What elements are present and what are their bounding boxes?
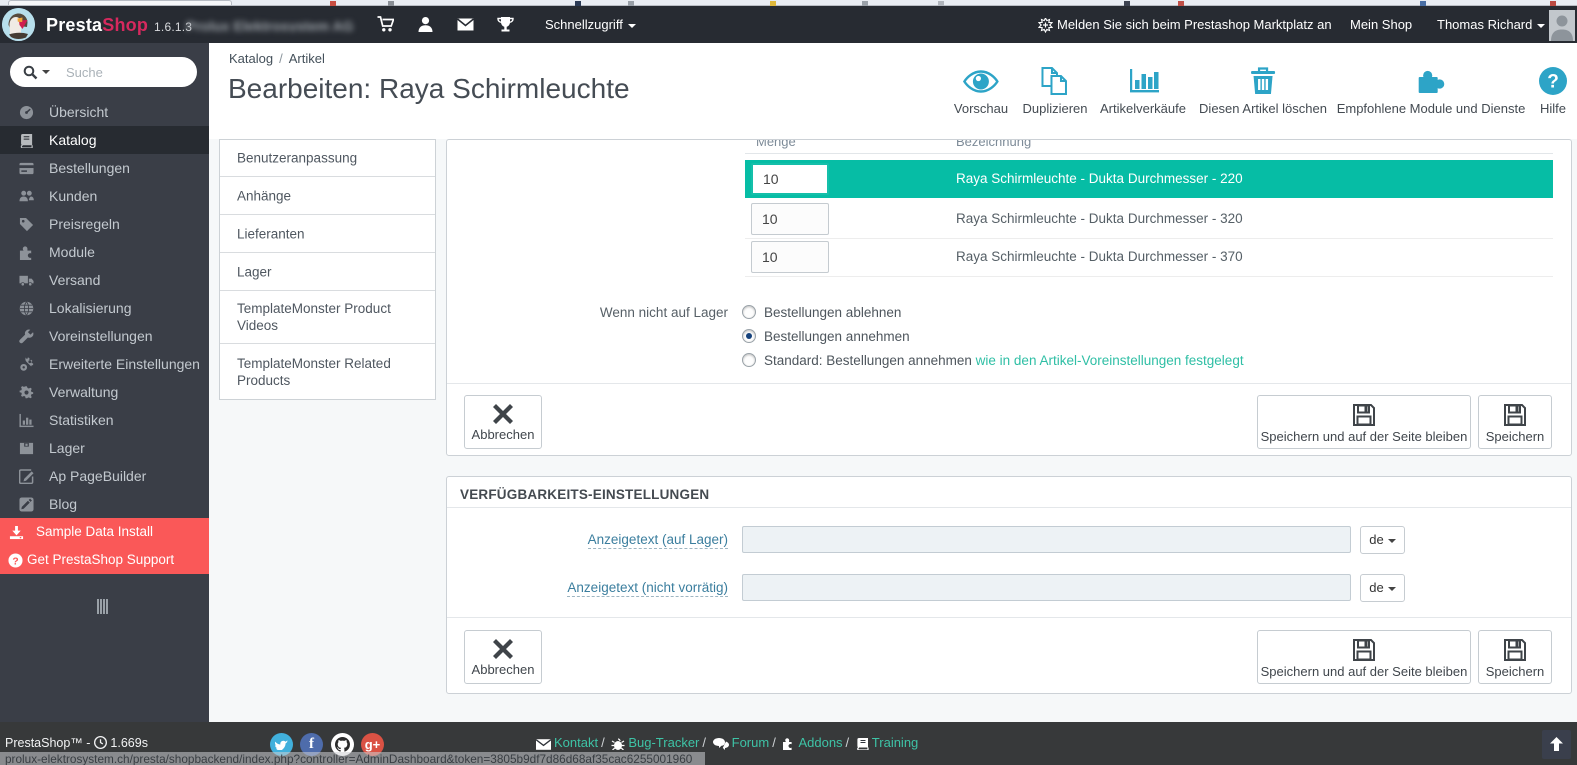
svg-text:?: ? — [12, 556, 18, 567]
svg-text:?: ? — [1547, 72, 1559, 93]
